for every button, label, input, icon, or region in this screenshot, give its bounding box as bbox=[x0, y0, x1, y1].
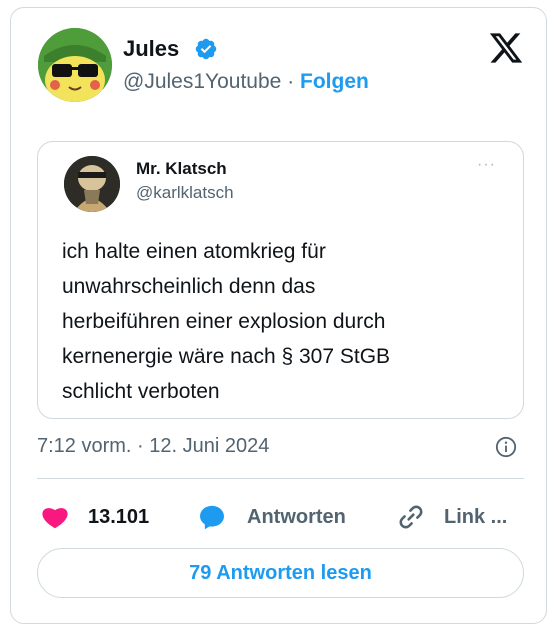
quoted-author-handle[interactable]: @karlklatsch bbox=[136, 183, 234, 203]
copy-link-button[interactable]: Link ... bbox=[397, 501, 507, 533]
verified-badge-icon bbox=[195, 38, 217, 60]
follow-button[interactable]: Folgen bbox=[300, 70, 369, 93]
author-avatar[interactable] bbox=[38, 28, 112, 102]
link-icon bbox=[399, 505, 423, 529]
more-icon[interactable]: ··· bbox=[477, 156, 496, 174]
tweet-timestamp[interactable]: 7:12 vorm. · 12. Juni 2024 bbox=[37, 435, 269, 458]
tweet-text-line: herbeiführen einer explosion durch bbox=[62, 310, 386, 333]
tweet-text-line: kernenergie wäre nach § 307 StGB bbox=[62, 345, 391, 368]
quoted-author-name[interactable]: Mr. Klatsch bbox=[136, 159, 227, 179]
reply-bubble-icon bbox=[200, 505, 224, 530]
author-handle-row: @Jules1Youtube · Folgen bbox=[123, 70, 369, 94]
like-button[interactable]: 13.101 bbox=[40, 501, 149, 533]
heart-icon bbox=[42, 508, 68, 529]
divider bbox=[37, 478, 524, 479]
tweet-text-line: ich halte einen atomkrieg für bbox=[62, 240, 326, 263]
author-handle[interactable]: @Jules1Youtube bbox=[123, 70, 281, 93]
x-logo-icon[interactable] bbox=[488, 30, 524, 66]
tweet-text-line: schlicht verboten bbox=[62, 380, 220, 403]
link-label: Link ... bbox=[444, 505, 508, 528]
tweet-card: Jules @Jules1Youtube · Folgen Mr. Klatsc… bbox=[10, 7, 547, 624]
reply-label: Antworten bbox=[247, 505, 346, 528]
quoted-avatar[interactable] bbox=[64, 156, 120, 212]
quoted-tweet-text: ich halte einen atomkrieg für unwahrsche… bbox=[62, 234, 512, 409]
handle-separator: · bbox=[287, 70, 295, 93]
reply-button[interactable]: Antworten bbox=[197, 501, 346, 533]
read-replies-button[interactable]: 79 Antworten lesen bbox=[37, 548, 524, 598]
quoted-tweet[interactable]: Mr. Klatsch @karlklatsch ··· ich halte e… bbox=[37, 141, 524, 419]
author-name[interactable]: Jules bbox=[123, 36, 179, 62]
like-count: 13.101 bbox=[88, 505, 150, 528]
tweet-text-line: unwahrscheinlich denn das bbox=[62, 275, 316, 298]
info-icon[interactable] bbox=[495, 436, 517, 458]
